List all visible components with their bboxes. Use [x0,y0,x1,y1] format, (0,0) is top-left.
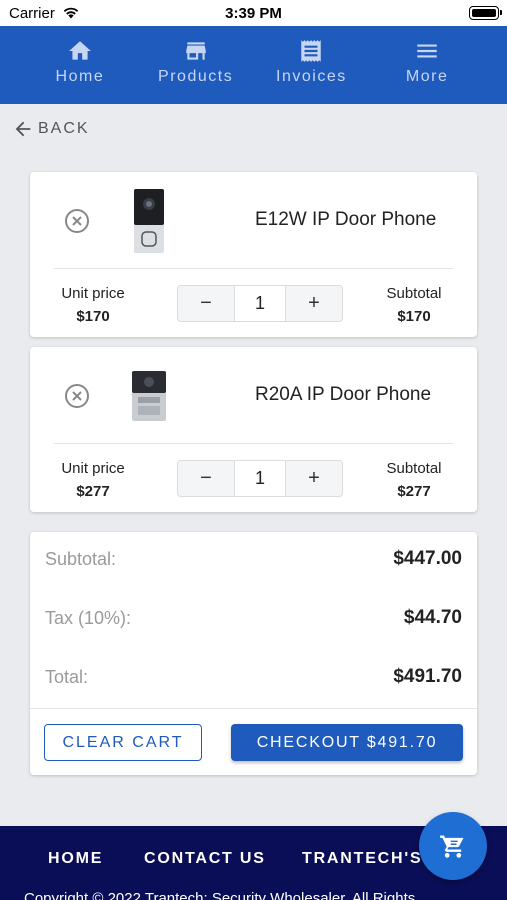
summary-tax-row: Tax (10%): $44.70 [45,607,462,629]
decrease-button[interactable]: − [178,461,234,496]
divider [30,708,477,709]
item-subtotal-label: Subtotal [386,460,442,477]
cart-item: E12W IP Door Phone Unit price $170 − 1 +… [30,172,477,337]
top-navigation: Home Products Invoices More [0,26,507,104]
footer-link-trantechs[interactable]: TRANTECH'S [302,850,422,868]
footer-link-contact[interactable]: CONTACT US [144,850,266,868]
item-subtotal-value: $170 [397,308,431,325]
quantity-value[interactable]: 1 [234,461,286,496]
order-summary: Subtotal: $447.00 Tax (10%): $44.70 Tota… [30,532,477,775]
battery-icon [469,6,502,20]
nav-invoices[interactable]: Invoices [256,26,366,104]
home-icon [69,41,91,60]
summary-total-row: Total: $491.70 [45,666,462,688]
cart-icon [440,835,464,858]
checkout-button[interactable]: CHECKOUT $491.70 [231,724,463,761]
summary-tax-value: $44.70 [403,607,462,628]
nav-invoices-label: Invoices [276,68,347,85]
remove-item-icon[interactable] [64,208,90,234]
item-subtotal-label: Subtotal [386,285,442,302]
remove-item-icon[interactable] [64,383,90,409]
nav-products-label: Products [158,68,234,85]
summary-tax-label: Tax (10%): [45,607,132,628]
status-bar: Carrier 3:39 PM [0,0,507,26]
unit-price-value: $277 [76,483,110,500]
summary-subtotal-label: Subtotal: [45,548,117,569]
unit-price: Unit price $277 [56,457,130,503]
product-image [134,189,164,253]
summary-total-value: $491.70 [393,666,462,687]
item-subtotal: Subtotal $277 [377,457,451,503]
nav-more[interactable]: More [372,26,482,104]
divider [54,268,453,269]
summary-total-label: Total: [45,666,89,687]
copyright-text: Copyright © 2022 Trantech: Security Whol… [24,890,416,900]
nav-more-label: More [405,68,449,85]
back-button[interactable]: BACK [12,118,90,140]
back-label: BACK [38,120,90,137]
increase-button[interactable]: + [286,286,342,321]
cart-fab-button[interactable] [419,812,487,880]
quantity-value[interactable]: 1 [234,286,286,321]
unit-price-label: Unit price [61,285,125,302]
clock: 3:39 PM [225,5,282,22]
product-image [132,371,166,421]
unit-price-label: Unit price [61,460,125,477]
nav-products[interactable]: Products [141,26,251,104]
nav-home-label: Home [55,68,105,85]
store-icon [185,42,206,60]
summary-subtotal-row: Subtotal: $447.00 [45,548,462,570]
quantity-stepper: − 1 + [177,460,343,497]
unit-price: Unit price $170 [56,282,130,328]
unit-price-value: $170 [76,308,110,325]
decrease-button[interactable]: − [178,286,234,321]
summary-subtotal-value: $447.00 [393,548,462,569]
receipt-icon [301,40,322,62]
quantity-stepper: − 1 + [177,285,343,322]
menu-icon [417,44,437,58]
product-name: E12W IP Door Phone [255,209,437,230]
arrow-left-icon [15,121,31,137]
nav-home[interactable]: Home [25,26,135,104]
increase-button[interactable]: + [286,461,342,496]
item-subtotal: Subtotal $170 [377,282,451,328]
footer-link-home[interactable]: HOME [48,850,103,868]
clear-cart-button[interactable]: CLEAR CART [44,724,202,761]
cart-item: R20A IP Door Phone Unit price $277 − 1 +… [30,347,477,512]
divider [54,443,453,444]
product-name: R20A IP Door Phone [255,384,432,405]
item-subtotal-value: $277 [397,483,431,500]
